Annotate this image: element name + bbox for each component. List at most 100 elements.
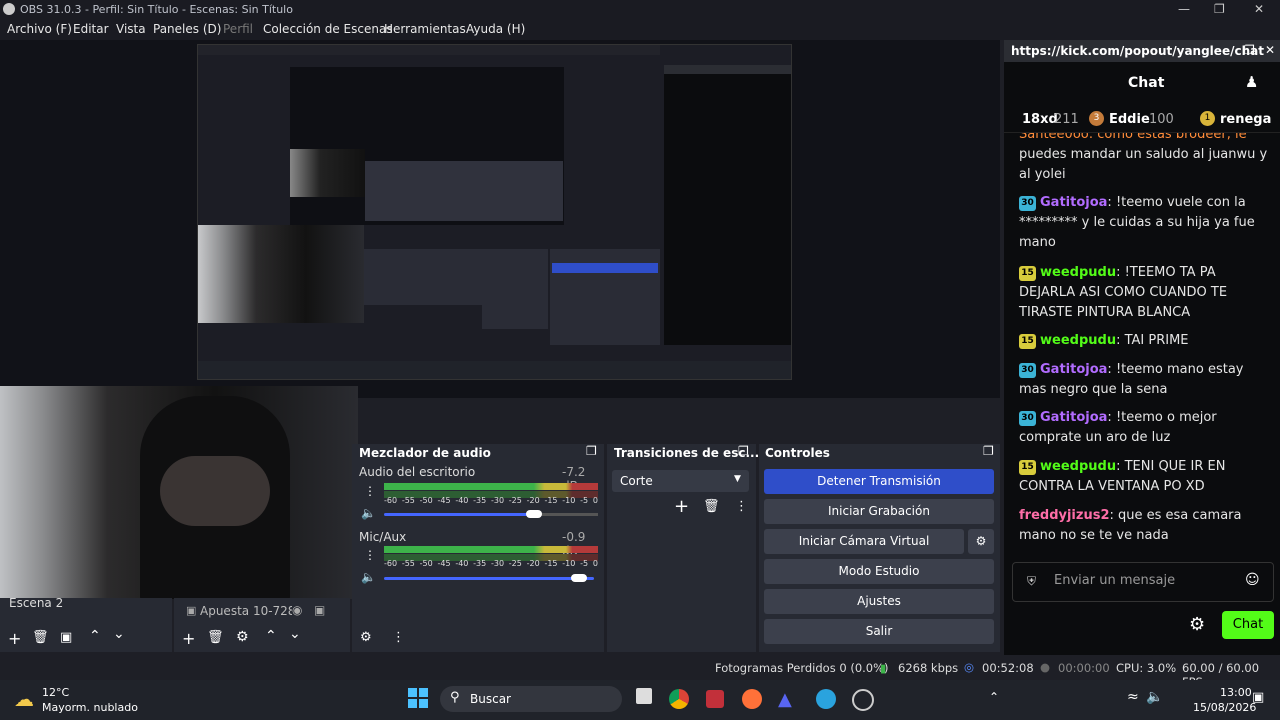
task-view-icon[interactable]: [636, 688, 652, 704]
chevron-down-icon: ▼: [734, 474, 741, 484]
source-down-icon[interactable]: ⌄: [289, 626, 301, 642]
virtual-camera-button[interactable]: Iniciar Cámara Virtual: [764, 529, 964, 554]
weather-temp: 12°C: [42, 686, 70, 699]
undock-icon[interactable]: ❐: [738, 444, 749, 458]
send-chat-button[interactable]: Chat: [1222, 611, 1274, 639]
chrome-icon[interactable]: [669, 689, 689, 709]
exit-button[interactable]: Salir: [764, 619, 994, 644]
mixer-settings-icon[interactable]: ⚙: [360, 630, 372, 645]
transition-menu-icon[interactable]: ⋮: [735, 499, 748, 514]
chat-message: 30 Gatitojoa: !teemo o mejor comprate un …: [1019, 410, 1217, 445]
delete-scene-icon[interactable]: 🗑: [32, 630, 49, 645]
tray-chevron-icon[interactable]: ⌃: [989, 690, 999, 704]
chat-username: weedpudu: [1040, 265, 1117, 280]
game-app-icon[interactable]: ▲: [778, 689, 792, 710]
channel-menu-icon[interactable]: ⋮: [364, 548, 376, 562]
settings-button[interactable]: Ajustes: [764, 589, 994, 614]
leader-name: renega: [1220, 112, 1272, 127]
studio-mode-button[interactable]: Modo Estudio: [764, 559, 994, 584]
add-scene-icon[interactable]: +: [8, 629, 21, 648]
sub-badge: 15: [1019, 334, 1036, 349]
controls-dock: Controles ❐ Detener Transmisión Iniciar …: [759, 444, 1000, 652]
add-transition-icon[interactable]: +: [674, 496, 689, 517]
chat-username: Gatitojoa: [1040, 410, 1108, 425]
window-title: OBS 31.0.3 - Perfil: Sin Título - Escena…: [20, 3, 293, 16]
volume-knob[interactable]: [571, 574, 587, 582]
visibility-icon[interactable]: ◉: [292, 603, 302, 617]
taskbar-search[interactable]: ⚲ Buscar: [440, 686, 622, 712]
start-icon[interactable]: [408, 688, 428, 708]
virtual-camera-settings-icon[interactable]: ⚙: [968, 529, 994, 554]
source-up-icon[interactable]: ⌃: [265, 628, 277, 644]
move-down-icon[interactable]: ⌄: [113, 626, 125, 642]
image-source-icon: ▣: [186, 604, 197, 617]
leader-count: 211: [1054, 112, 1079, 127]
menu-coleccion-escenas[interactable]: Colección de Escenas: [263, 22, 393, 36]
source-item[interactable]: Apuesta 10-728x9: [200, 604, 292, 618]
menu-editar[interactable]: Editar: [73, 22, 109, 36]
filter-icon[interactable]: ▣: [60, 630, 72, 645]
undock-icon[interactable]: ❐: [983, 444, 994, 458]
obs-logo-icon: [3, 3, 15, 15]
transitions-dock: Transiciones de esc... ❐ Corte ▼ + 🗑 ⋮: [607, 444, 759, 652]
maximize-icon[interactable]: ❐: [1214, 2, 1225, 16]
delete-source-icon[interactable]: 🗑: [207, 630, 224, 645]
app-icon[interactable]: [706, 690, 724, 708]
menu-vista[interactable]: Vista: [116, 22, 146, 36]
leader-name: Eddie: [1109, 112, 1150, 127]
menu-bar: Archivo (F) Editar Vista Paneles (D) Per…: [0, 20, 1280, 40]
minimize-icon[interactable]: —: [1178, 2, 1190, 16]
meter-scale: -60 -55 -50 -45 -40 -35 -30 -25 -20 -15 -10 -5 0: [384, 559, 598, 568]
leaderboard: 18xd 211 3 Eddie 100 1 renega: [1004, 102, 1280, 133]
signal-icon: ▮: [880, 661, 887, 675]
chat-settings-icon[interactable]: ⚙: [1189, 614, 1205, 635]
sub-badge: 15: [1019, 460, 1036, 475]
scene-item[interactable]: Escena 2: [9, 596, 63, 610]
webcam-feed: [0, 386, 358, 599]
users-icon[interactable]: ♟: [1245, 73, 1258, 91]
move-up-icon[interactable]: ⌃: [89, 628, 101, 644]
weather-desc: Mayorm. nublado: [42, 701, 138, 714]
telegram-icon[interactable]: [816, 689, 836, 709]
close-icon[interactable]: ✕: [1265, 43, 1275, 57]
chat-input[interactable]: ⛨ Enviar un mensaje ☺: [1012, 562, 1274, 602]
menu-perfil[interactable]: Perfil: [223, 22, 253, 36]
volume-knob[interactable]: [526, 510, 542, 518]
lock-icon[interactable]: ▣: [314, 603, 325, 617]
wifi-icon[interactable]: ≈: [1127, 689, 1139, 705]
level-meter: [384, 483, 598, 498]
speaker-icon[interactable]: 🔈: [361, 570, 376, 584]
volume-slider[interactable]: [384, 577, 594, 580]
clock-date: 15/08/2026: [1193, 701, 1257, 714]
chat-message: freddyjizus2: que es esa camara mano no …: [1019, 508, 1242, 543]
add-source-icon[interactable]: +: [182, 629, 195, 648]
chat-messages: Santee0oo: como estas brodeer, le puedes…: [1004, 133, 1280, 569]
notifications-icon[interactable]: ▣: [1252, 690, 1264, 705]
stop-streaming-button[interactable]: Detener Transmisión: [764, 469, 994, 494]
delete-transition-icon[interactable]: 🗑: [703, 499, 720, 514]
speaker-icon[interactable]: 🔈: [361, 506, 376, 520]
volume-icon[interactable]: 🔈: [1146, 689, 1163, 705]
source-settings-icon[interactable]: ⚙: [236, 629, 249, 645]
audio-mixer-dock: Mezclador de audio ❐ Audio del escritori…: [352, 444, 604, 652]
sub-badge: 30: [1019, 363, 1036, 378]
start-recording-button[interactable]: Iniciar Grabación: [764, 499, 994, 524]
undock-icon[interactable]: ❐: [586, 444, 597, 458]
channel-menu-icon[interactable]: ⋮: [364, 484, 376, 498]
volume-slider[interactable]: [384, 513, 539, 516]
emoji-icon[interactable]: ☺: [1245, 572, 1260, 588]
close-icon[interactable]: ✕: [1254, 2, 1264, 16]
sub-badge: 15: [1019, 266, 1036, 281]
preview-captured-desktop: [197, 44, 792, 380]
menu-archivo[interactable]: Archivo (F): [7, 22, 72, 36]
leader-count: 100: [1149, 112, 1174, 127]
obs-taskbar-icon[interactable]: [852, 689, 874, 711]
menu-herramientas[interactable]: Herramientas: [384, 22, 466, 36]
transition-select[interactable]: Corte ▼: [612, 470, 749, 492]
firefox-icon[interactable]: [742, 689, 762, 709]
menu-ayuda[interactable]: Ayuda (H): [466, 22, 525, 36]
undock-icon[interactable]: ❐: [1244, 43, 1255, 57]
controls-title: Controles: [765, 446, 830, 460]
mixer-menu-icon[interactable]: ⋮: [392, 630, 405, 645]
menu-paneles[interactable]: Paneles (D): [153, 22, 221, 36]
